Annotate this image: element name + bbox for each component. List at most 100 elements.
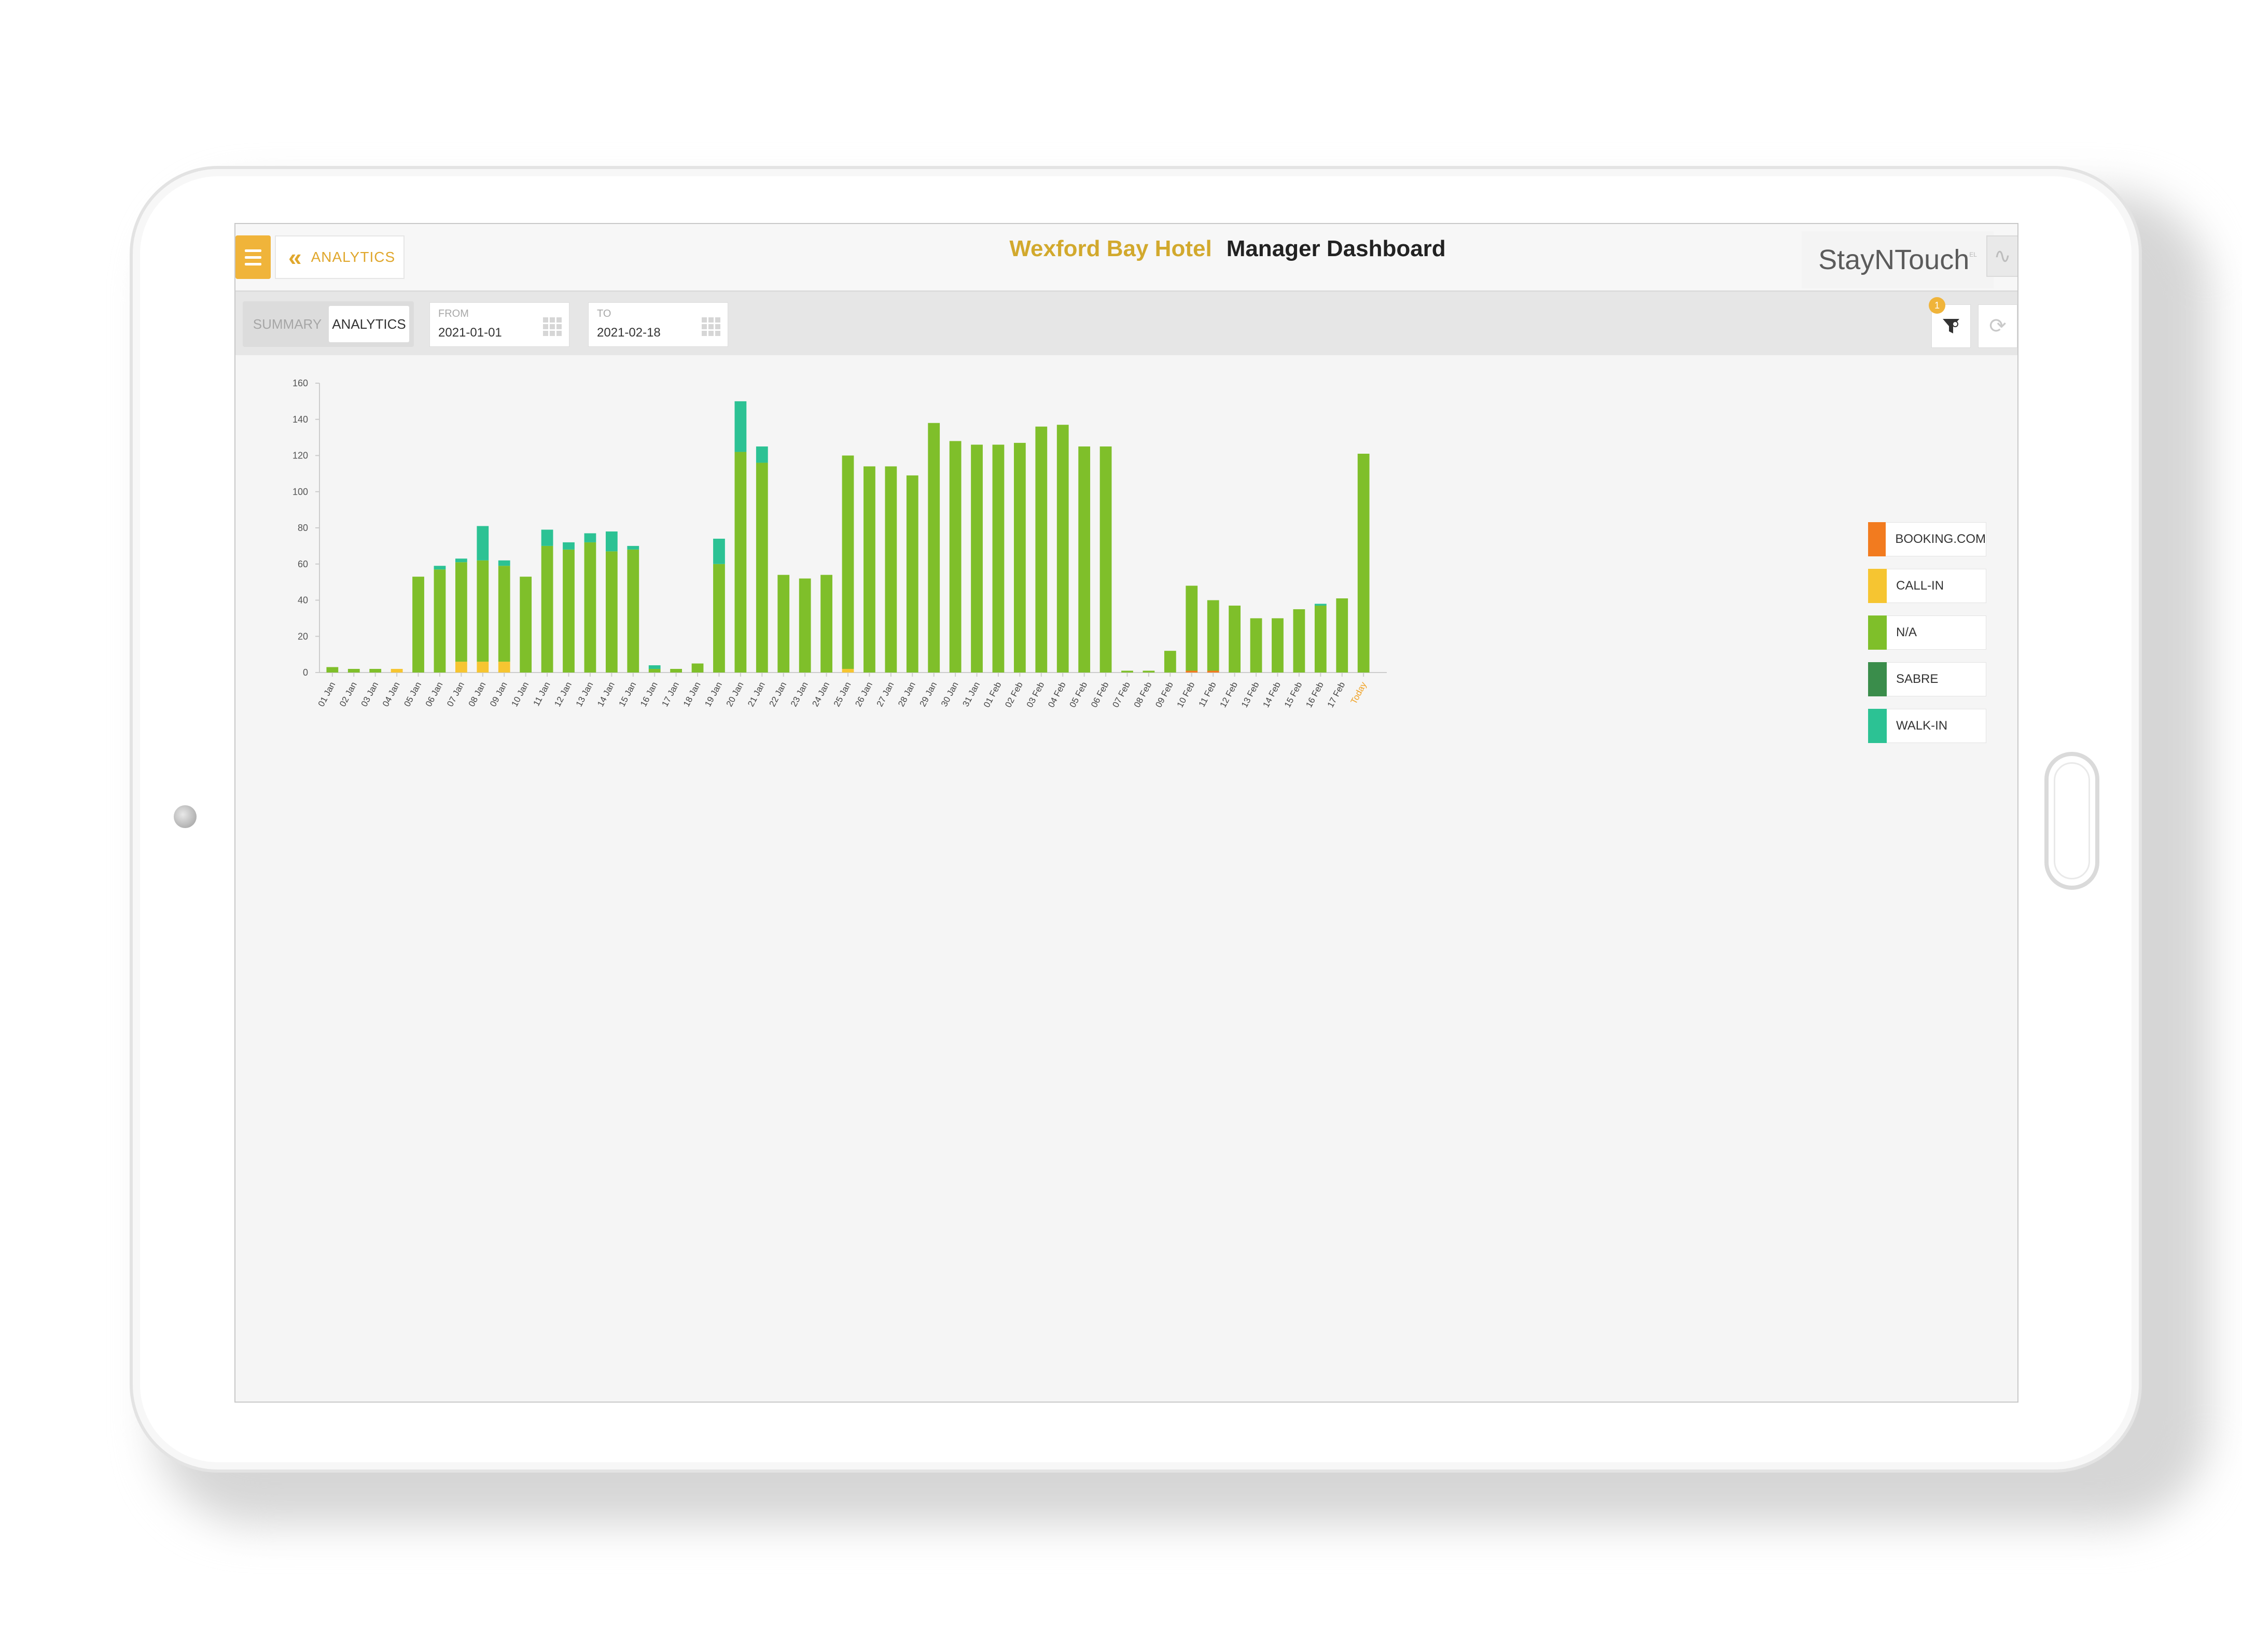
x-tick-label: 15 Jan	[617, 680, 638, 708]
x-tick-label: 08 Feb	[1132, 680, 1154, 709]
bar-segment	[864, 466, 875, 673]
x-tick-label: 03 Jan	[359, 680, 380, 708]
toolbar: SUMMARY ANALYTICS FROM 2021-01-01 TO 202…	[235, 292, 2017, 355]
bar-segment	[627, 545, 639, 550]
bar-segment	[477, 560, 489, 662]
x-tick-label: 07 Feb	[1110, 680, 1132, 709]
x-tick-label: 01 Feb	[982, 680, 1004, 709]
x-tick-label: 30 Jan	[939, 680, 960, 708]
bar-segment	[584, 542, 596, 673]
legend-item[interactable]: SABRE	[1868, 662, 1986, 696]
bar-segment	[1357, 454, 1370, 673]
calendar-grid-icon[interactable]	[702, 317, 720, 336]
tab-summary[interactable]: SUMMARY	[246, 316, 329, 332]
legend-label: WALK-IN	[1896, 719, 1948, 733]
x-tick-label: 04 Jan	[381, 680, 402, 708]
bar-segment	[455, 558, 467, 563]
x-tick-label: 06 Jan	[424, 680, 445, 708]
tab-analytics[interactable]: ANALYTICS	[329, 306, 409, 342]
x-tick-label: 26 Jan	[853, 680, 874, 708]
x-tick-label: 12 Feb	[1218, 680, 1240, 709]
bar-segment	[584, 533, 596, 542]
bar-segment	[1013, 443, 1026, 673]
legend-item[interactable]: CALL-IN	[1868, 569, 1986, 603]
x-tick-label: 08 Jan	[467, 680, 488, 708]
bar-segment	[1314, 605, 1327, 673]
filter-count-badge: 1	[1929, 297, 1945, 314]
x-tick-label: 23 Jan	[789, 680, 810, 708]
x-tick-label: 29 Jan	[917, 680, 939, 708]
bar-segment	[605, 551, 618, 673]
legend-swatch	[1868, 615, 1887, 650]
bar-segment	[605, 531, 618, 552]
bar-segment	[756, 463, 768, 673]
legend-item[interactable]: BOOKING.COM	[1868, 522, 1986, 556]
bar-segment	[734, 401, 747, 452]
legend-swatch	[1868, 709, 1887, 743]
bar-segment	[434, 569, 446, 673]
legend-swatch	[1868, 662, 1887, 696]
legend-item[interactable]: N/A	[1868, 615, 1986, 650]
x-tick-label: 13 Jan	[574, 680, 595, 708]
bar-segment	[1186, 585, 1198, 671]
bar-segment	[756, 446, 768, 463]
refresh-icon[interactable]: ⟳	[1978, 304, 2017, 348]
x-tick-label: 22 Jan	[768, 680, 789, 708]
to-value: 2021-02-18	[597, 326, 661, 340]
bar-segment	[627, 549, 639, 673]
bar-segment	[1056, 425, 1069, 673]
bar-segment	[1099, 446, 1112, 673]
legend-swatch	[1868, 569, 1887, 603]
from-date-field[interactable]: FROM 2021-01-01	[429, 302, 569, 347]
bar-segment	[498, 662, 510, 673]
x-tick-label: 06 Feb	[1089, 680, 1111, 709]
y-tick-label: 80	[298, 523, 308, 533]
x-tick-label: 11 Jan	[531, 680, 552, 708]
bar-segment	[520, 577, 532, 673]
bar-segment	[391, 669, 403, 673]
bar-segment	[563, 549, 575, 673]
x-tick-label: 16 Jan	[638, 680, 660, 708]
bar-segment	[949, 441, 962, 673]
bar-segment	[477, 662, 489, 673]
x-tick-label: 09 Feb	[1153, 680, 1175, 709]
x-tick-label: 04 Feb	[1046, 680, 1068, 709]
bar-segment	[906, 475, 918, 673]
x-tick-label: 17 Feb	[1326, 680, 1347, 709]
to-date-field[interactable]: TO 2021-02-18	[588, 302, 728, 347]
x-tick-label: 14 Feb	[1261, 680, 1283, 709]
bar-segment	[1207, 600, 1219, 671]
legend-label: CALL-IN	[1896, 579, 1944, 593]
legend-label: N/A	[1896, 625, 1917, 639]
bar-segment	[477, 526, 489, 561]
x-tick-label: 15 Feb	[1283, 680, 1304, 709]
bar-segment	[1293, 609, 1305, 673]
to-caption: TO	[597, 308, 611, 319]
calendar-grid-icon[interactable]	[543, 317, 562, 336]
bar-segment	[541, 529, 553, 546]
x-tick-label: 25 Jan	[832, 680, 853, 708]
bar-segment	[1336, 598, 1348, 673]
bar-segment	[648, 665, 661, 669]
x-tick-label: 02 Jan	[338, 680, 359, 708]
page-title: Wexford Bay Hotel Manager Dashboard	[235, 224, 2017, 274]
x-tick-label: 18 Jan	[681, 680, 703, 708]
x-tick-label: 19 Jan	[703, 680, 724, 708]
bar-segment	[842, 669, 854, 673]
bookings-chart: 02040608010012014016001 Jan 02 Jan 03 Jan 0…	[293, 378, 1387, 709]
bar-segment	[1035, 426, 1048, 673]
bar-segment	[1121, 670, 1133, 673]
bar-segment	[670, 669, 683, 673]
x-tick-label: 02 Feb	[1003, 680, 1025, 709]
bar-segment	[1164, 651, 1176, 673]
x-tick-label: 31 Jan	[960, 680, 982, 708]
bar-segment	[820, 575, 832, 673]
legend-label: BOOKING.COM	[1895, 532, 1986, 546]
x-tick-label: 14 Jan	[595, 680, 617, 708]
bar-segment	[885, 466, 897, 673]
legend-item[interactable]: WALK-IN	[1868, 709, 1986, 743]
y-tick-label: 100	[293, 486, 308, 497]
from-value: 2021-01-01	[438, 326, 502, 340]
pulse-icon[interactable]: ∿	[1986, 235, 2017, 277]
app-header: « ANALYTICS Wexford Bay Hotel Manager Da…	[235, 224, 2017, 292]
